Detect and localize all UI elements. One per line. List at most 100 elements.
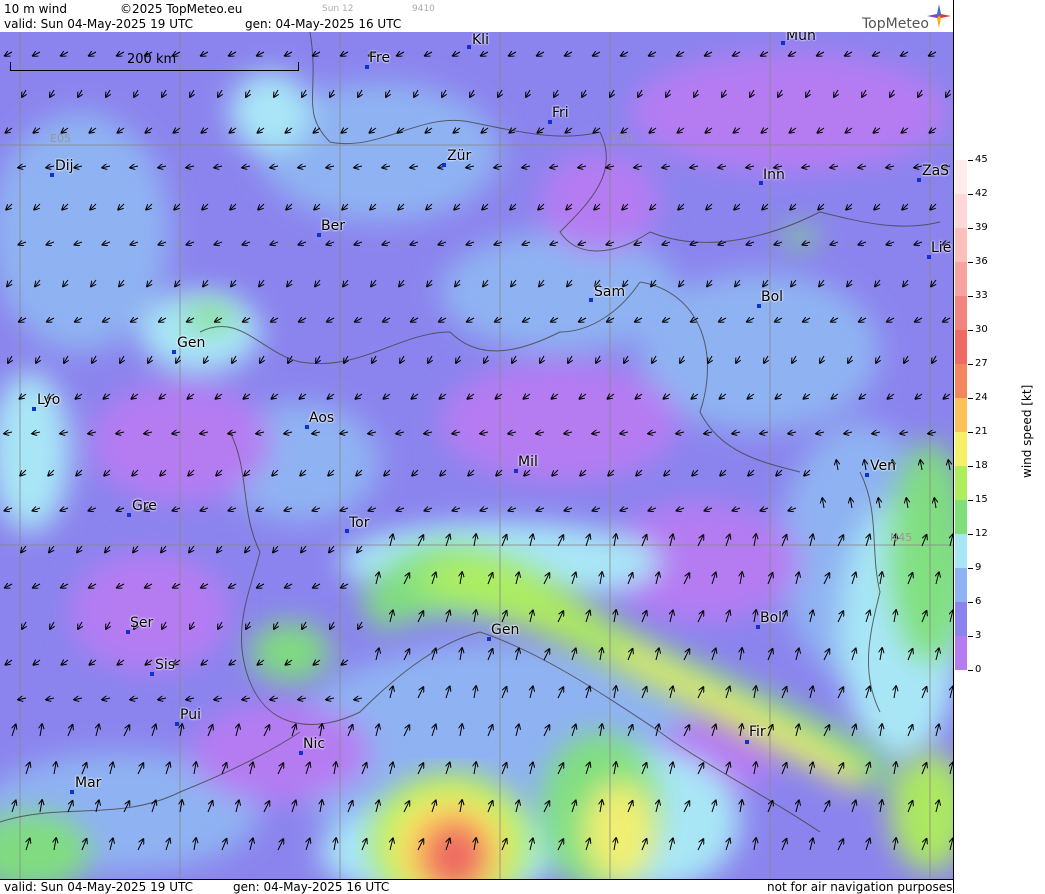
legend-tick-mark bbox=[968, 534, 973, 535]
city-label[interactable]: Ber bbox=[321, 218, 345, 234]
header-bar: 10 m wind ©2025 TopMeteo.eu Sun 12 9410 … bbox=[0, 0, 953, 33]
footer-valid-time: valid: Sun 04-May-2025 19 UTC bbox=[4, 880, 193, 894]
city-marker bbox=[865, 473, 869, 477]
city-label[interactable]: Gen bbox=[177, 335, 205, 351]
city-label[interactable]: Sis bbox=[155, 657, 175, 673]
legend-tick-label: 6 bbox=[975, 596, 982, 607]
city-label[interactable]: Bol bbox=[761, 289, 783, 305]
city-label[interactable]: Ser bbox=[130, 615, 153, 631]
legend-colorbar bbox=[955, 160, 967, 670]
legend-tick-label: 15 bbox=[975, 494, 988, 505]
legend-tick-label: 39 bbox=[975, 222, 988, 233]
legend-swatch bbox=[955, 228, 967, 263]
legend-swatch bbox=[955, 160, 967, 195]
wind-map[interactable]: 200 km E05 E10 N45 Kli Mün Fre Fri Dij Z… bbox=[0, 32, 953, 879]
legend-tick-mark bbox=[968, 636, 973, 637]
city-label[interactable]: Bol bbox=[760, 610, 782, 626]
legend-tick-label: 27 bbox=[975, 358, 988, 369]
city-label[interactable]: Mil bbox=[518, 454, 538, 470]
valid-time: valid: Sun 04-May-2025 19 UTC bbox=[4, 17, 193, 31]
city-label[interactable]: Lyo bbox=[37, 392, 60, 408]
city-marker bbox=[467, 45, 471, 49]
legend-tick-label: 42 bbox=[975, 188, 988, 199]
legend-tick-label: 21 bbox=[975, 426, 988, 437]
legend-tick-mark bbox=[968, 568, 973, 569]
legend-tick-mark bbox=[968, 194, 973, 195]
city-marker bbox=[442, 163, 446, 167]
generated-time: gen: 04-May-2025 16 UTC bbox=[245, 17, 402, 31]
city-label[interactable]: ZaS bbox=[922, 163, 949, 179]
legend-tick-label: 12 bbox=[975, 528, 988, 539]
city-label[interactable]: Zür bbox=[447, 148, 471, 164]
footer-bar: valid: Sun 04-May-2025 19 UTC gen: 04-Ma… bbox=[0, 879, 953, 894]
legend-tick-mark bbox=[968, 602, 973, 603]
grid-label-e10: E10 bbox=[612, 132, 633, 145]
legend-swatch bbox=[955, 534, 967, 569]
city-marker bbox=[781, 41, 785, 45]
brand-logo-text[interactable]: TopMeteo bbox=[862, 16, 929, 32]
city-label[interactable]: Kli bbox=[472, 32, 489, 48]
legend-tick-label: 45 bbox=[975, 154, 988, 165]
run-code: 9410 bbox=[412, 4, 435, 14]
legend-tick-label: 24 bbox=[975, 392, 988, 403]
city-label[interactable]: Tor bbox=[349, 515, 370, 531]
run-tag: Sun 12 bbox=[322, 4, 354, 14]
city-marker bbox=[70, 790, 74, 794]
city-label[interactable]: Dij bbox=[55, 158, 74, 174]
legend-swatch bbox=[955, 432, 967, 467]
legend-tick-mark bbox=[968, 500, 973, 501]
city-label[interactable]: Mün bbox=[786, 32, 816, 44]
city-label[interactable]: Nic bbox=[303, 736, 325, 752]
scale-label: 200 km bbox=[127, 52, 177, 67]
city-label[interactable]: Aos bbox=[309, 410, 334, 426]
legend-tick-label: 9 bbox=[975, 562, 982, 573]
city-label[interactable]: Mar bbox=[75, 775, 101, 791]
legend-swatch bbox=[955, 194, 967, 229]
city-marker bbox=[917, 178, 921, 182]
legend-tick-label: 0 bbox=[975, 664, 982, 675]
legend-swatch bbox=[955, 636, 967, 670]
legend-swatch bbox=[955, 398, 967, 433]
legend-tick-mark bbox=[968, 398, 973, 399]
city-label[interactable]: Lie bbox=[931, 240, 951, 256]
legend-tick-mark bbox=[968, 296, 973, 297]
city-marker bbox=[589, 298, 593, 302]
disclaimer: not for air navigation purposes bbox=[767, 880, 953, 894]
city-label[interactable]: Ven bbox=[870, 458, 896, 474]
city-label[interactable]: Inn bbox=[763, 167, 785, 183]
city-marker bbox=[175, 722, 179, 726]
footer-generated-time: gen: 04-May-2025 16 UTC bbox=[233, 880, 390, 894]
legend-swatch bbox=[955, 364, 967, 399]
legend-swatch bbox=[955, 296, 967, 331]
city-label[interactable]: Gre bbox=[132, 498, 157, 514]
legend-tick-label: 18 bbox=[975, 460, 988, 471]
grid-label-e05: E05 bbox=[50, 132, 71, 145]
city-marker bbox=[50, 173, 54, 177]
compass-star-icon bbox=[927, 4, 951, 28]
city-label[interactable]: Fri bbox=[552, 105, 569, 121]
legend-swatch bbox=[955, 568, 967, 603]
city-label[interactable]: Sam bbox=[594, 284, 625, 300]
legend-tick-mark bbox=[968, 670, 973, 671]
legend-swatch bbox=[955, 602, 967, 637]
city-label[interactable]: Fre bbox=[369, 50, 390, 66]
city-label[interactable]: Pui bbox=[180, 707, 201, 723]
legend-swatch bbox=[955, 262, 967, 297]
city-marker bbox=[150, 672, 154, 676]
legend-swatch bbox=[955, 466, 967, 501]
legend-tick-mark bbox=[968, 432, 973, 433]
legend-swatch bbox=[955, 500, 967, 535]
city-label[interactable]: Fir bbox=[749, 724, 766, 740]
city-marker bbox=[745, 740, 749, 744]
legend-tick-label: 30 bbox=[975, 324, 988, 335]
wind-field-svg bbox=[0, 32, 953, 879]
legend-tick-mark bbox=[968, 160, 973, 161]
legend-tick-label: 3 bbox=[975, 630, 982, 641]
product-title: 10 m wind bbox=[4, 2, 67, 16]
legend-swatch bbox=[955, 330, 967, 365]
legend-tick-mark bbox=[968, 364, 973, 365]
city-label[interactable]: Gen bbox=[491, 622, 519, 638]
legend-tick-mark bbox=[968, 262, 973, 263]
legend-tick-mark bbox=[968, 466, 973, 467]
legend-tick-label: 33 bbox=[975, 290, 988, 301]
